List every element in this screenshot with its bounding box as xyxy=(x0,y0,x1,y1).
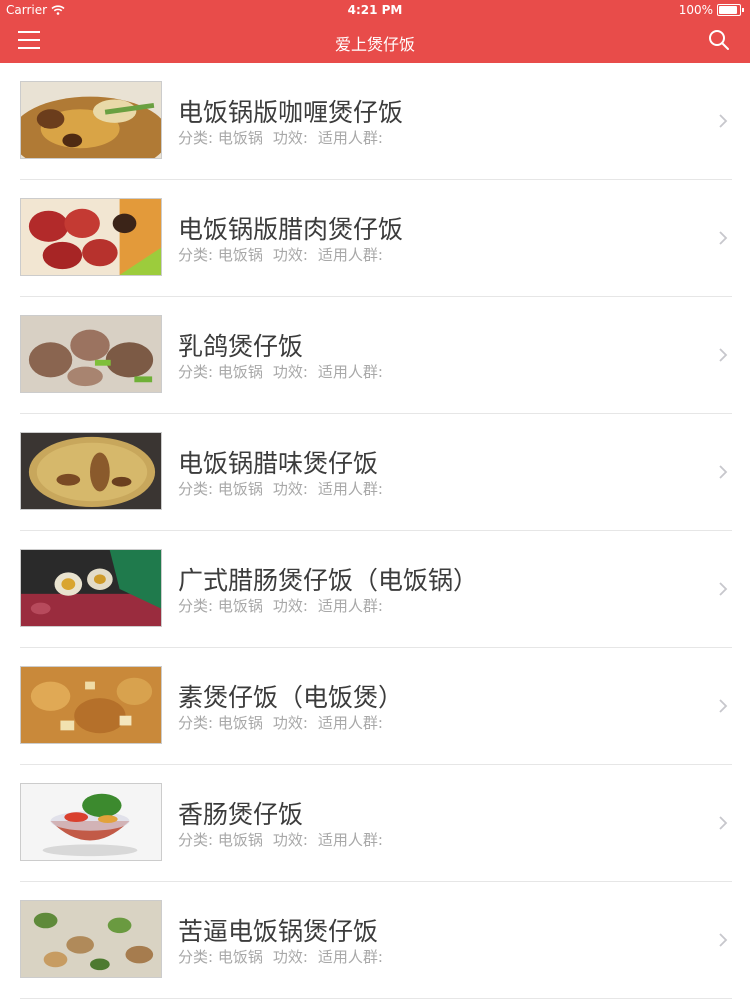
status-bar: Carrier 4:21 PM 100% xyxy=(0,0,750,20)
recipe-effect: 功效: xyxy=(272,129,308,147)
recipe-effect: 功效: xyxy=(272,948,308,966)
recipe-effect: 功效: xyxy=(272,597,308,615)
recipe-thumbnail xyxy=(20,198,162,276)
list-item[interactable]: 香肠煲仔饭 分类: 电饭锅 功效: 适用人群: xyxy=(0,765,750,882)
battery-icon xyxy=(717,4,741,16)
nav-bar: Carrier 4:21 PM 100% 爱上煲仔饭 xyxy=(0,0,750,63)
recipe-meta: 分类: 电饭锅 功效: 适用人群: xyxy=(178,127,393,148)
recipe-thumbnail xyxy=(20,315,162,393)
recipe-thumbnail xyxy=(20,432,162,510)
recipe-title: 素煲仔饭（电饭煲） xyxy=(178,683,404,712)
recipe-audience: 适用人群: xyxy=(317,597,383,615)
recipe-effect: 功效: xyxy=(272,480,308,498)
recipe-thumbnail xyxy=(20,666,162,744)
recipe-category: 分类: 电饭锅 xyxy=(178,948,263,966)
recipe-thumbnail xyxy=(20,900,162,978)
chevron-right-icon xyxy=(719,933,728,947)
chevron-right-icon xyxy=(719,348,728,362)
recipe-title: 电饭锅版咖喱煲仔饭 xyxy=(178,98,404,127)
recipe-title: 香肠煲仔饭 xyxy=(178,800,304,829)
recipe-title: 电饭锅版腊肉煲仔饭 xyxy=(178,215,404,244)
recipe-category: 分类: 电饭锅 xyxy=(178,597,263,615)
recipe-title: 电饭锅腊味煲仔饭 xyxy=(178,449,379,478)
recipe-audience: 适用人群: xyxy=(317,129,383,147)
recipe-thumbnail xyxy=(20,81,162,159)
recipe-category: 分类: 电饭锅 xyxy=(178,831,263,849)
chevron-right-icon xyxy=(719,699,728,713)
page-title: 爱上煲仔饭 xyxy=(334,35,415,54)
recipe-thumbnail xyxy=(20,549,162,627)
search-button[interactable] xyxy=(708,29,730,51)
battery-percent: 100% xyxy=(678,3,713,17)
recipe-title: 乳鸽煲仔饭 xyxy=(178,332,304,361)
recipe-audience: 适用人群: xyxy=(317,714,383,732)
recipe-category: 分类: 电饭锅 xyxy=(178,480,263,498)
recipe-meta: 分类: 电饭锅 功效: 适用人群: xyxy=(178,595,393,616)
recipe-meta: 分类: 电饭锅 功效: 适用人群: xyxy=(178,946,393,967)
list-item[interactable]: 乳鸽煲仔饭 分类: 电饭锅 功效: 适用人群: xyxy=(0,297,750,414)
chevron-right-icon xyxy=(719,582,728,596)
list-item[interactable]: 苦逼电饭锅煲仔饭 分类: 电饭锅 功效: 适用人群: xyxy=(0,882,750,999)
recipe-effect: 功效: xyxy=(272,363,308,381)
recipe-meta: 分类: 电饭锅 功效: 适用人群: xyxy=(178,244,393,265)
recipe-audience: 适用人群: xyxy=(317,831,383,849)
recipe-effect: 功效: xyxy=(272,246,308,264)
search-icon xyxy=(709,30,729,50)
recipe-audience: 适用人群: xyxy=(317,480,383,498)
recipe-audience: 适用人群: xyxy=(317,363,383,381)
list-item[interactable]: 电饭锅版咖喱煲仔饭 分类: 电饭锅 功效: 适用人群: xyxy=(0,63,750,180)
recipe-meta: 分类: 电饭锅 功效: 适用人群: xyxy=(178,361,393,382)
recipe-category: 分类: 电饭锅 xyxy=(178,363,263,381)
list-item[interactable]: 电饭锅版腊肉煲仔饭 分类: 电饭锅 功效: 适用人群: xyxy=(0,180,750,297)
chevron-right-icon xyxy=(719,816,728,830)
recipe-category: 分类: 电饭锅 xyxy=(178,129,263,147)
list-item[interactable]: 广式腊肠煲仔饭（电饭锅） 分类: 电饭锅 功效: 适用人群: xyxy=(0,531,750,648)
recipe-category: 分类: 电饭锅 xyxy=(178,714,263,732)
recipe-title: 苦逼电饭锅煲仔饭 xyxy=(178,917,379,946)
chevron-right-icon xyxy=(719,465,728,479)
recipe-meta: 分类: 电饭锅 功效: 适用人群: xyxy=(178,829,393,850)
battery-tip xyxy=(742,8,744,12)
recipe-category: 分类: 电饭锅 xyxy=(178,246,263,264)
battery-indicator: 100% xyxy=(679,3,744,17)
chevron-right-icon xyxy=(719,231,728,245)
list-item[interactable]: 素煲仔饭（电饭煲） 分类: 电饭锅 功效: 适用人群: xyxy=(0,648,750,765)
recipe-effect: 功效: xyxy=(272,714,308,732)
chevron-right-icon xyxy=(719,114,728,128)
recipe-meta: 分类: 电饭锅 功效: 适用人群: xyxy=(178,478,393,499)
recipe-thumbnail xyxy=(20,783,162,861)
recipe-audience: 适用人群: xyxy=(317,246,383,264)
recipe-meta: 分类: 电饭锅 功效: 适用人群: xyxy=(178,712,393,733)
battery-fill xyxy=(719,6,737,14)
recipe-list: 电饭锅版咖喱煲仔饭 分类: 电饭锅 功效: 适用人群: 电饭锅版腊肉煲仔饭 分类: … xyxy=(0,63,750,999)
recipe-effect: 功效: xyxy=(272,831,308,849)
list-item[interactable]: 电饭锅腊味煲仔饭 分类: 电饭锅 功效: 适用人群: xyxy=(0,414,750,531)
recipe-title: 广式腊肠煲仔饭（电饭锅） xyxy=(178,566,479,595)
recipe-audience: 适用人群: xyxy=(317,948,383,966)
status-time: 4:21 PM xyxy=(347,3,403,17)
